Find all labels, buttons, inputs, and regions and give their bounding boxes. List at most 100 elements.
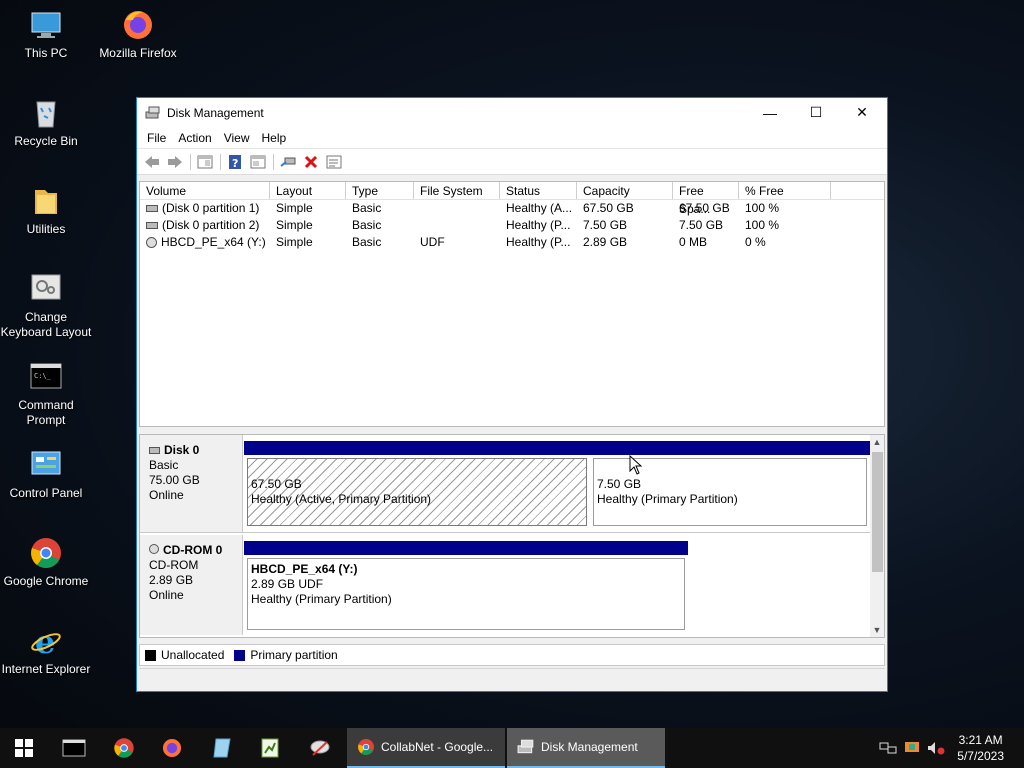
- start-button[interactable]: [0, 728, 48, 768]
- cd-drive-icon: [146, 237, 157, 249]
- desktop-icon-command-prompt[interactable]: C:\_ Command Prompt: [0, 360, 92, 428]
- disk-state: Online: [149, 488, 184, 502]
- desktop-icon-change-keyboard-layout[interactable]: Change Keyboard Layout: [0, 272, 92, 340]
- chrome-icon: [114, 738, 134, 758]
- checklist-icon[interactable]: [323, 152, 345, 172]
- volume-layout: Simple: [276, 235, 313, 249]
- desktop-icon-label: Google Chrome: [3, 574, 89, 588]
- desktop-icon-label: Utilities: [26, 222, 66, 236]
- notepad-icon: [213, 738, 231, 758]
- menu-help[interactable]: Help: [256, 131, 293, 145]
- volume-type: Basic: [352, 235, 382, 249]
- taskbar-window-label: Disk Management: [541, 740, 638, 754]
- disk-map: Disk 0 Basic 75.00 GB Online 67.50 GB He…: [139, 434, 885, 638]
- disk-0-partition-1[interactable]: 67.50 GB Healthy (Active, Primary Partit…: [244, 441, 590, 529]
- cdrom-0-partition-1[interactable]: HBCD_PE_x64 (Y:) 2.89 GB UDF Healthy (Pr…: [244, 541, 688, 633]
- scroll-down-icon[interactable]: ▼: [870, 623, 884, 637]
- menu-view[interactable]: View: [218, 131, 256, 145]
- taskbar-chrome[interactable]: [100, 728, 148, 768]
- desktop-icon-control-panel[interactable]: Control Panel: [0, 448, 92, 501]
- volume-type: Basic: [352, 218, 382, 232]
- volume-percent-free: 100 %: [745, 201, 780, 215]
- taskbar-pinned-app[interactable]: [296, 728, 344, 768]
- connect-icon[interactable]: [277, 152, 299, 172]
- primary-partition-swatch: [234, 649, 246, 661]
- desktop-icon-internet-explorer[interactable]: e Internet Explorer: [0, 623, 92, 677]
- desktop-icon-label: Change: [24, 310, 68, 324]
- volume-row[interactable]: (Disk 0 partition 1) Simple Basic Health…: [140, 200, 884, 217]
- desktop-icon-firefox[interactable]: Mozilla Firefox: [92, 8, 184, 61]
- partition-body: 67.50 GB Healthy (Active, Primary Partit…: [247, 458, 587, 526]
- taskbar-window-chrome[interactable]: CollabNet - Google...: [347, 728, 505, 768]
- desktop-icon-label: Recycle Bin: [14, 134, 78, 148]
- partition-status: Healthy (Active, Primary Partition): [251, 492, 432, 506]
- column-header-capacity[interactable]: Capacity: [577, 182, 673, 199]
- control-panel-icon: [29, 448, 63, 482]
- column-header-type[interactable]: Type: [346, 182, 414, 199]
- display-settings-icon[interactable]: [900, 728, 924, 768]
- menu-action[interactable]: Action: [172, 131, 217, 145]
- desktop-icon-recycle-bin[interactable]: Recycle Bin: [0, 96, 92, 149]
- toolbar-separator: [190, 153, 191, 170]
- firefox-icon: [121, 8, 155, 42]
- desktop-icon-google-chrome[interactable]: Google Chrome: [0, 536, 92, 589]
- taskbar-pinned-app[interactable]: [246, 728, 294, 768]
- folder-icon: [29, 184, 63, 218]
- properties-icon[interactable]: [247, 152, 269, 172]
- volume-name: (Disk 0 partition 2): [162, 218, 260, 232]
- desktop-icon-this-pc[interactable]: This PC: [0, 8, 92, 61]
- disk-map-scrollbar[interactable]: ▲ ▼: [870, 435, 884, 637]
- scrollbar-thumb[interactable]: [872, 452, 883, 572]
- taskbar-window-disk-management[interactable]: Disk Management: [507, 728, 665, 768]
- disk-0-info[interactable]: Disk 0 Basic 75.00 GB Online: [140, 435, 243, 532]
- chart-document-icon: [261, 738, 279, 758]
- cdrom-0-row: CD-ROM 0 CD-ROM 2.89 GB Online HBCD_PE_x…: [140, 535, 872, 635]
- scroll-up-icon[interactable]: ▲: [870, 435, 884, 449]
- partition-size: 67.50 GB: [251, 477, 302, 491]
- volume-percent-free: 0 %: [745, 235, 766, 249]
- snipping-tool-icon: [310, 740, 330, 756]
- volume-percent-free: 100 %: [745, 218, 780, 232]
- column-header-free-space[interactable]: Free Spa...: [673, 182, 739, 216]
- volume-row[interactable]: (Disk 0 partition 2) Simple Basic Health…: [140, 217, 884, 234]
- column-header-percent-free[interactable]: % Free: [739, 182, 831, 199]
- partition-size: 2.89 GB UDF: [251, 577, 324, 591]
- title-bar[interactable]: Disk Management — ☐ ✕: [137, 98, 887, 127]
- volume-status: Healthy (P...: [506, 235, 571, 249]
- partition-size: 7.50 GB: [597, 477, 642, 491]
- close-button[interactable]: ✕: [839, 98, 885, 127]
- back-arrow-icon[interactable]: [141, 152, 163, 172]
- toolbar-separator: [220, 153, 221, 170]
- volume-free-space: 7.50 GB: [679, 218, 724, 232]
- column-header-layout[interactable]: Layout: [270, 182, 346, 199]
- volume-muted-icon[interactable]: [924, 728, 948, 768]
- internet-explorer-icon: e: [29, 623, 63, 661]
- taskbar-command-prompt[interactable]: [50, 728, 98, 768]
- forward-arrow-icon[interactable]: [164, 152, 186, 172]
- legend: Unallocated Primary partition: [139, 644, 885, 666]
- volume-layout: Simple: [276, 201, 313, 215]
- menu-file[interactable]: File: [141, 131, 172, 145]
- legend-primary-partition: Primary partition: [250, 648, 338, 662]
- column-header-volume[interactable]: Volume: [140, 182, 270, 199]
- console-tree-icon[interactable]: [194, 152, 216, 172]
- desktop-icon-utilities[interactable]: Utilities: [0, 184, 92, 237]
- volume-row[interactable]: HBCD_PE_x64 (Y:) Simple Basic UDF Health…: [140, 234, 884, 251]
- delete-icon[interactable]: [300, 152, 322, 172]
- column-header-file-system[interactable]: File System: [414, 182, 500, 199]
- disk-management-icon: [517, 739, 534, 754]
- command-prompt-icon: C:\_: [29, 360, 63, 394]
- network-icon[interactable]: [876, 728, 900, 768]
- windows-logo-icon: [15, 739, 33, 757]
- drive-icon: [146, 222, 158, 230]
- taskbar-clock[interactable]: 3:21 AM 5/7/2023: [957, 732, 1004, 764]
- minimize-button[interactable]: —: [747, 98, 793, 127]
- mouse-cursor-icon: [629, 455, 643, 475]
- column-header-status[interactable]: Status: [500, 182, 577, 199]
- cdrom-0-info[interactable]: CD-ROM 0 CD-ROM 2.89 GB Online: [140, 535, 243, 635]
- maximize-button[interactable]: ☐: [793, 98, 839, 127]
- taskbar-pinned-app[interactable]: [198, 728, 246, 768]
- help-icon[interactable]: ?: [224, 152, 246, 172]
- taskbar-firefox[interactable]: [148, 728, 196, 768]
- volume-capacity: 2.89 GB: [583, 235, 628, 249]
